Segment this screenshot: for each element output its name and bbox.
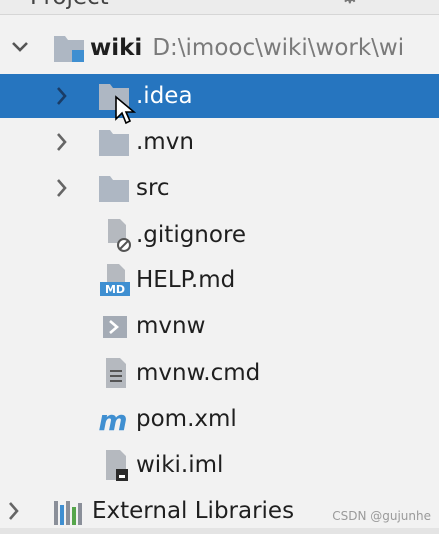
chevron-right-icon[interactable] xyxy=(52,74,72,118)
gear-icon[interactable]: ⚙ xyxy=(340,0,360,9)
mouse-cursor-icon xyxy=(115,95,136,125)
item-label: HELP.md xyxy=(136,267,236,293)
tree-item-pom-xml[interactable]: m pom.xml xyxy=(0,397,439,441)
chevron-right-icon[interactable] xyxy=(52,120,72,164)
tree-item-gitignore[interactable]: .gitignore xyxy=(0,213,439,257)
maven-icon: m xyxy=(98,404,127,437)
text-file-icon xyxy=(106,358,126,388)
watermark: CSDN @gujunhe xyxy=(332,509,431,523)
shell-script-icon xyxy=(103,316,127,338)
iml-file-icon xyxy=(106,450,128,481)
gitignore-file-icon xyxy=(108,219,131,252)
tree-item-mvnw-cmd[interactable]: mvnw.cmd xyxy=(0,351,439,395)
tree-item-help-md[interactable]: MD HELP.md xyxy=(0,258,439,302)
item-label: .gitignore xyxy=(136,222,247,248)
tree-item-wiki-iml[interactable]: wiki.iml xyxy=(0,443,439,487)
project-panel-header: Project ⚙ xyxy=(0,0,439,15)
panel-title: Project xyxy=(30,0,109,10)
chevron-right-icon[interactable] xyxy=(4,489,24,533)
item-label: mvnw.cmd xyxy=(136,360,261,386)
root-module-path: D:\imooc\wiki\work\wi xyxy=(152,35,405,61)
tree-root-wiki[interactable]: wiki D:\imooc\wiki\work\wi xyxy=(0,26,439,70)
module-folder-icon xyxy=(54,36,84,62)
tree-item-mvn[interactable]: .mvn xyxy=(0,120,439,164)
markdown-file-icon: MD xyxy=(100,264,130,296)
svg-text:MD: MD xyxy=(105,283,125,296)
item-label: wiki.iml xyxy=(136,452,224,478)
item-label: mvnw xyxy=(136,313,206,339)
tree-item-external-libraries[interactable]: External Libraries CSDN @gujunhe xyxy=(0,489,439,533)
divider xyxy=(0,528,439,534)
tree-item-mvnw[interactable]: mvnw xyxy=(0,304,439,348)
chevron-down-icon[interactable] xyxy=(10,26,30,70)
tree-item-src[interactable]: src xyxy=(0,166,439,210)
svg-text:m: m xyxy=(98,404,127,437)
item-label: .mvn xyxy=(136,129,194,155)
folder-icon xyxy=(99,176,129,202)
item-label: .idea xyxy=(136,83,193,109)
tree-item-idea[interactable]: .idea xyxy=(0,74,439,118)
chevron-right-icon[interactable] xyxy=(52,166,72,210)
item-label: External Libraries xyxy=(92,498,295,524)
library-icon xyxy=(54,501,82,525)
folder-icon xyxy=(99,130,129,156)
item-label: pom.xml xyxy=(136,406,237,432)
root-module-name: wiki xyxy=(90,35,143,61)
item-label: src xyxy=(136,175,170,201)
